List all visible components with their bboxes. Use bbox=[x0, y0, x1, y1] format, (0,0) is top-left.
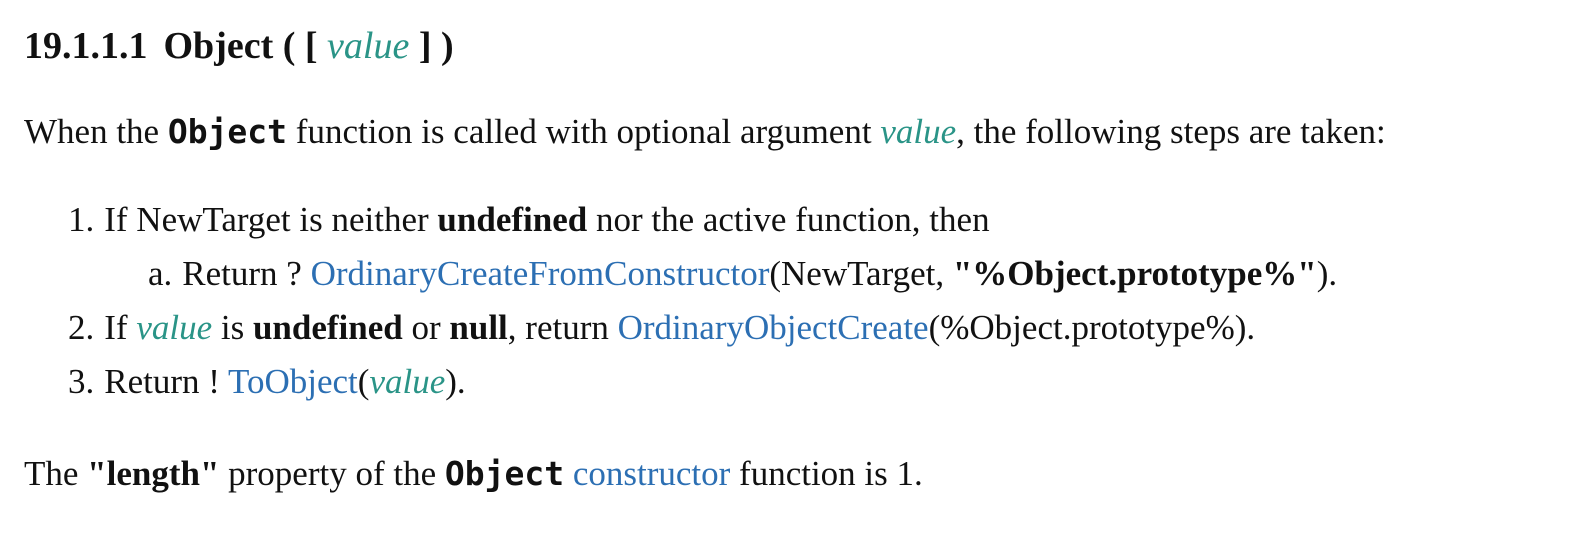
step-text: or bbox=[402, 308, 450, 347]
clause-heading: 19.1.1.1 Object ( [ value ] ) bbox=[24, 22, 454, 70]
intro-text-3: , the following steps are taken: bbox=[956, 112, 1386, 151]
length-paragraph: The "length" property of the Object cons… bbox=[24, 452, 923, 496]
step-marker: 1. bbox=[68, 200, 95, 239]
step-text: (NewTarget, bbox=[769, 254, 953, 293]
intro-code-object: Object bbox=[167, 112, 288, 151]
step-value-undefined: undefined bbox=[437, 200, 588, 239]
step-text: If NewTarget is neither bbox=[104, 200, 438, 239]
step-text: Return ? bbox=[182, 254, 311, 293]
heading-open-bracket: ( [ bbox=[282, 25, 318, 67]
outro-text bbox=[564, 454, 573, 493]
outro-value-length: "length" bbox=[87, 454, 220, 493]
section-number: 19.1.1.1 bbox=[24, 25, 148, 67]
link-constructor[interactable]: constructor bbox=[573, 454, 730, 493]
step-text: ( bbox=[357, 362, 370, 401]
step-1a: a. Return ? OrdinaryCreateFromConstructor… bbox=[68, 252, 1337, 306]
step-text: ). bbox=[1316, 254, 1338, 293]
algorithm-steps: 1. If NewTarget is neither undefined nor … bbox=[68, 198, 1337, 414]
step-text: ). bbox=[445, 362, 466, 401]
step-text: , return bbox=[507, 308, 618, 347]
intro-paragraph: When the Object function is called with … bbox=[24, 110, 1386, 154]
step-value-object-prototype-string: "%Object.prototype%" bbox=[952, 254, 1317, 293]
step-marker: 2. bbox=[68, 308, 95, 347]
intro-var-value: value bbox=[880, 112, 957, 151]
step-marker: 3. bbox=[68, 362, 95, 401]
step-var-value: value bbox=[136, 308, 213, 347]
step-value-undefined: undefined bbox=[252, 308, 403, 347]
step-value-null: null bbox=[449, 308, 508, 347]
heading-close-bracket: ] ) bbox=[418, 25, 454, 67]
intro-text-2: function is called with optional argumen… bbox=[287, 112, 881, 151]
step-var-value: value bbox=[369, 362, 446, 401]
intro-text-1: When the bbox=[24, 112, 168, 151]
step-text: Return ! bbox=[104, 362, 229, 401]
heading-param-value: value bbox=[327, 25, 410, 67]
outro-text: function is 1. bbox=[730, 454, 923, 493]
step-text: (%Object.prototype%). bbox=[928, 308, 1256, 347]
outro-text: The bbox=[24, 454, 88, 493]
step-3: 3. Return ! ToObject(value). bbox=[68, 360, 1337, 414]
step-text: nor the active function, then bbox=[587, 200, 990, 239]
step-2: 2. If value is undefined or null, return … bbox=[68, 306, 1337, 360]
link-to-object[interactable]: ToObject bbox=[228, 362, 358, 401]
outro-text: property of the bbox=[219, 454, 445, 493]
link-ordinary-create-from-constructor[interactable]: OrdinaryCreateFromConstructor bbox=[311, 254, 770, 293]
function-name: Object bbox=[163, 25, 274, 67]
step-text: If bbox=[104, 308, 137, 347]
link-ordinary-object-create[interactable]: OrdinaryObjectCreate bbox=[618, 308, 929, 347]
step-1: 1. If NewTarget is neither undefined nor … bbox=[68, 198, 1337, 252]
outro-code-object: Object bbox=[444, 454, 565, 493]
step-text: is bbox=[212, 308, 253, 347]
step-marker: a. bbox=[148, 254, 173, 293]
